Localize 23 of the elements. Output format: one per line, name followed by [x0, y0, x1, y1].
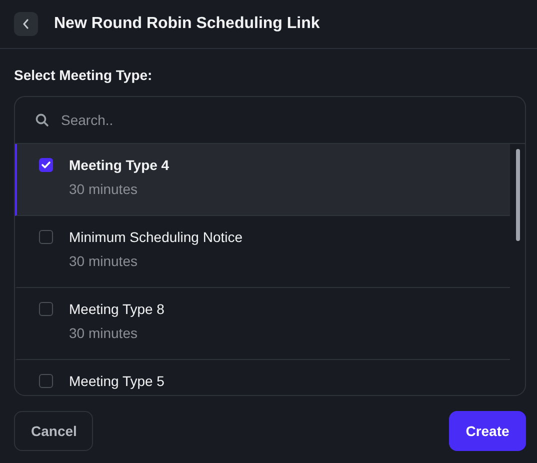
meeting-type-name: Meeting Type 8	[69, 301, 164, 317]
checkbox[interactable]	[39, 302, 53, 316]
back-button[interactable]	[14, 12, 38, 36]
search-field[interactable]: Search..	[61, 112, 505, 128]
meeting-duration: 30 minutes	[69, 253, 138, 269]
search-icon	[35, 113, 49, 127]
meeting-duration: 30 minutes	[69, 325, 138, 341]
meeting-type-item[interactable]: Meeting Type 8 30 minutes	[15, 288, 510, 360]
page-title: New Round Robin Scheduling Link	[54, 15, 320, 33]
chevron-left-icon	[22, 19, 30, 29]
meeting-type-name: Meeting Type 5	[69, 373, 164, 389]
meeting-type-name: Minimum Scheduling Notice	[69, 229, 243, 245]
checkbox[interactable]	[39, 230, 53, 244]
checkbox[interactable]	[39, 374, 53, 388]
meeting-duration: 30 minutes	[69, 181, 138, 197]
meeting-type-name: Meeting Type 4	[69, 157, 170, 173]
scrollbar-thumb[interactable]	[516, 149, 520, 241]
checkbox[interactable]	[39, 158, 53, 172]
meeting-type-item[interactable]: Meeting Type 4 30 minutes	[15, 144, 510, 216]
section-label: Select Meeting Type:	[14, 67, 154, 83]
meeting-type-item[interactable]: Minimum Scheduling Notice 30 minutes	[15, 216, 510, 288]
cancel-button[interactable]: Cancel	[14, 411, 93, 451]
create-button[interactable]: Create	[449, 411, 526, 451]
